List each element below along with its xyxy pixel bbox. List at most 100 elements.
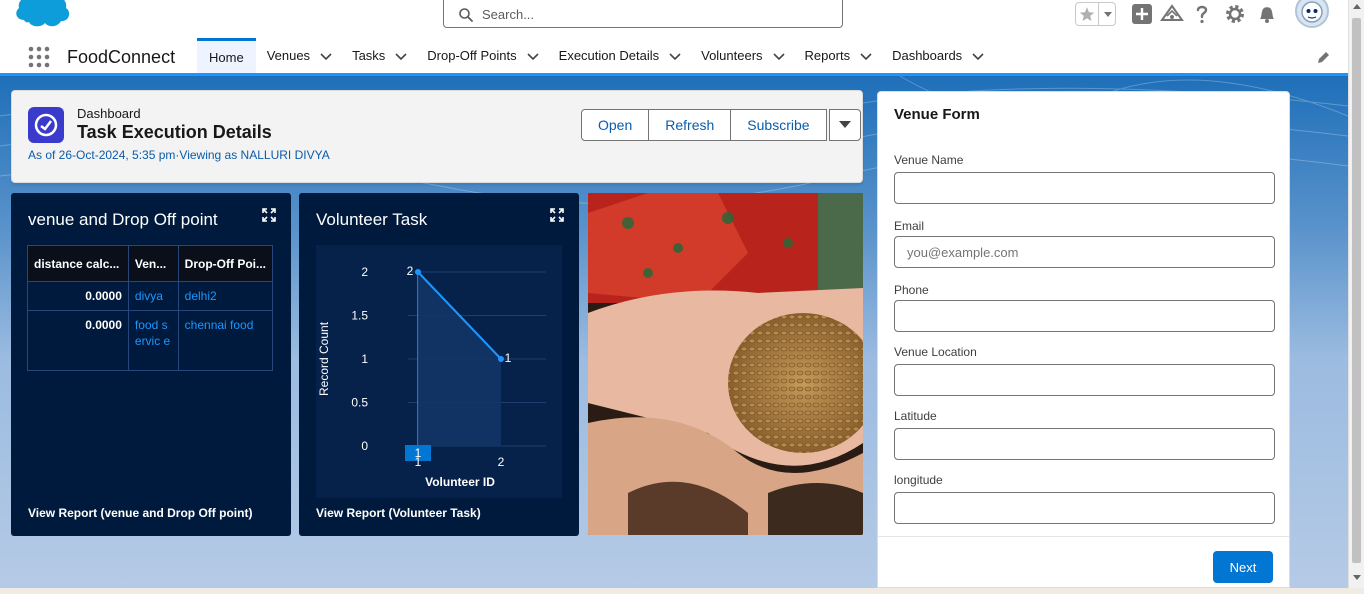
table-header-row: distance calc... Ven... Drop-Off Poi... — [27, 245, 274, 282]
latitude-input[interactable] — [894, 428, 1275, 460]
y-tick-label: 1.5 — [351, 309, 368, 323]
settings-gear-icon[interactable] — [1223, 2, 1247, 26]
nav-tab-drop-off-points[interactable]: Drop-Off Points — [427, 38, 539, 73]
dropoff-link[interactable]: delhi2 — [177, 281, 274, 311]
vertical-scrollbar[interactable] — [1348, 0, 1364, 588]
nav-tab-label: Reports — [804, 48, 851, 63]
y-tick-label: 2 — [361, 265, 368, 279]
dashboard-subtitle: As of 26-Oct-2024, 5:35 pm·Viewing as NA… — [28, 148, 330, 162]
expand-icon[interactable] — [262, 208, 276, 222]
nav-tab-label: Execution Details — [558, 48, 660, 63]
phone-input[interactable] — [894, 300, 1275, 332]
widget-title: Volunteer Task — [316, 210, 428, 229]
chevron-down-icon[interactable] — [860, 50, 872, 62]
app-navigation-bar: FoodConnect Home Venues Tasks Drop-Off P… — [0, 38, 1348, 76]
favorites-dropdown-icon[interactable] — [1100, 3, 1116, 25]
y-tick-label: 1 — [361, 352, 368, 366]
chevron-down-icon[interactable] — [395, 50, 407, 62]
notifications-bell-icon[interactable] — [1255, 2, 1279, 26]
longitude-input[interactable] — [894, 492, 1275, 524]
chevron-down-icon[interactable] — [527, 50, 539, 62]
scroll-down-arrow-icon[interactable] — [1353, 575, 1361, 580]
avatar-astro-icon — [1301, 1, 1323, 23]
area-fill — [418, 272, 501, 446]
nav-tab-label: Drop-Off Points — [427, 48, 517, 63]
field-label: Phone — [894, 283, 929, 297]
subscribe-button[interactable]: Subscribe — [731, 109, 827, 141]
trailhead-icon[interactable] — [1160, 2, 1184, 26]
scroll-up-arrow-icon[interactable] — [1353, 4, 1361, 9]
nav-tab-label: Venues — [266, 48, 311, 63]
venue-name-input[interactable] — [894, 172, 1275, 204]
data-label: 2 — [407, 264, 414, 278]
nav-tab-label: Dashboards — [892, 48, 963, 63]
field-label: Venue Name — [894, 153, 964, 167]
widget-title: venue and Drop Off point — [28, 210, 218, 229]
y-tick-label: 0.5 — [351, 396, 368, 410]
view-report-link[interactable]: View Report (venue and Drop Off point) — [28, 506, 252, 520]
expand-icon[interactable] — [550, 208, 564, 222]
venue-link[interactable]: divya — [127, 281, 179, 311]
view-report-link[interactable]: View Report (Volunteer Task) — [316, 506, 481, 520]
bottom-strip — [0, 588, 1364, 594]
open-button[interactable]: Open — [581, 109, 650, 141]
chart-area: 0 0.5 1 1.5 2 2 1 1 1 2 Volunteer ID Record Count — [316, 245, 562, 498]
favorites-group — [1075, 2, 1116, 26]
hands-with-grain-image — [588, 193, 863, 535]
email-input[interactable] — [894, 236, 1275, 268]
chevron-down-icon[interactable] — [972, 50, 984, 62]
app-name: FoodConnect — [67, 47, 176, 67]
search-input[interactable] — [482, 4, 832, 24]
data-label: 1 — [505, 351, 512, 365]
nav-tab-label: Home — [209, 49, 244, 65]
dashboard-eyebrow: Dashboard — [77, 106, 141, 121]
nav-tab-reports[interactable]: Reports — [805, 38, 873, 73]
form-title: Venue Form — [894, 106, 980, 123]
field-label: Email — [894, 219, 925, 233]
refresh-button[interactable]: Refresh — [649, 109, 732, 141]
global-header — [0, 0, 1348, 38]
column-header[interactable]: Ven... — [127, 245, 179, 282]
nav-tab-tasks[interactable]: Tasks — [352, 38, 407, 73]
data-point — [498, 356, 504, 362]
nav-tab-dashboards[interactable]: Dashboards — [892, 38, 984, 73]
field-label: Latitude — [894, 409, 937, 423]
edit-nav-pencil-icon[interactable] — [1316, 50, 1331, 65]
nav-tab-venues[interactable]: Venues — [267, 38, 332, 73]
chevron-down-icon[interactable] — [320, 50, 332, 62]
more-actions-button[interactable] — [828, 109, 861, 141]
user-avatar[interactable] — [1295, 0, 1329, 28]
salesforce-logo[interactable] — [14, 0, 72, 32]
data-point — [415, 269, 421, 275]
form-footer: Next — [878, 536, 1289, 588]
x-tick-label: 2 — [498, 455, 505, 469]
table-row: 0.0000 divya delhi2 — [27, 281, 274, 311]
dashboard-icon — [28, 107, 64, 143]
nav-tab-volunteers[interactable]: Volunteers — [701, 38, 785, 73]
x-axis-title: Volunteer ID — [425, 475, 495, 489]
chevron-down-icon[interactable] — [772, 50, 785, 62]
help-icon[interactable] — [1190, 2, 1214, 26]
search-icon — [459, 8, 473, 22]
nav-tab-execution-details[interactable]: Execution Details — [559, 38, 681, 73]
table-row: 0.0000 food servic e chennai food — [27, 310, 274, 371]
app-launcher-waffle-icon[interactable] — [28, 46, 50, 68]
global-search[interactable] — [443, 0, 843, 28]
scrollbar-thumb[interactable] — [1352, 18, 1361, 563]
star-icon[interactable] — [1076, 3, 1099, 25]
y-axis-title: Record Count — [317, 321, 331, 396]
nav-tabs: Home Venues Tasks Drop-Off Points Execut… — [197, 38, 984, 73]
venue-form-card: Venue Form Venue Name Email Phone Venue … — [877, 91, 1290, 588]
dropoff-link[interactable]: chennai food — [177, 310, 274, 371]
nav-tab-home[interactable]: Home — [197, 38, 256, 73]
venue-location-input[interactable] — [894, 364, 1275, 396]
next-button[interactable]: Next — [1213, 551, 1273, 583]
chevron-down-icon[interactable] — [669, 50, 681, 62]
dashboard-title: Task Execution Details — [77, 122, 272, 142]
venue-link[interactable]: food servic e — [127, 310, 179, 371]
distance-cell: 0.0000 — [27, 281, 129, 311]
column-header[interactable]: Drop-Off Poi... — [177, 245, 274, 282]
global-actions-icon[interactable] — [1130, 2, 1154, 26]
nav-tab-label: Volunteers — [701, 48, 763, 63]
column-header[interactable]: distance calc... — [27, 245, 129, 282]
